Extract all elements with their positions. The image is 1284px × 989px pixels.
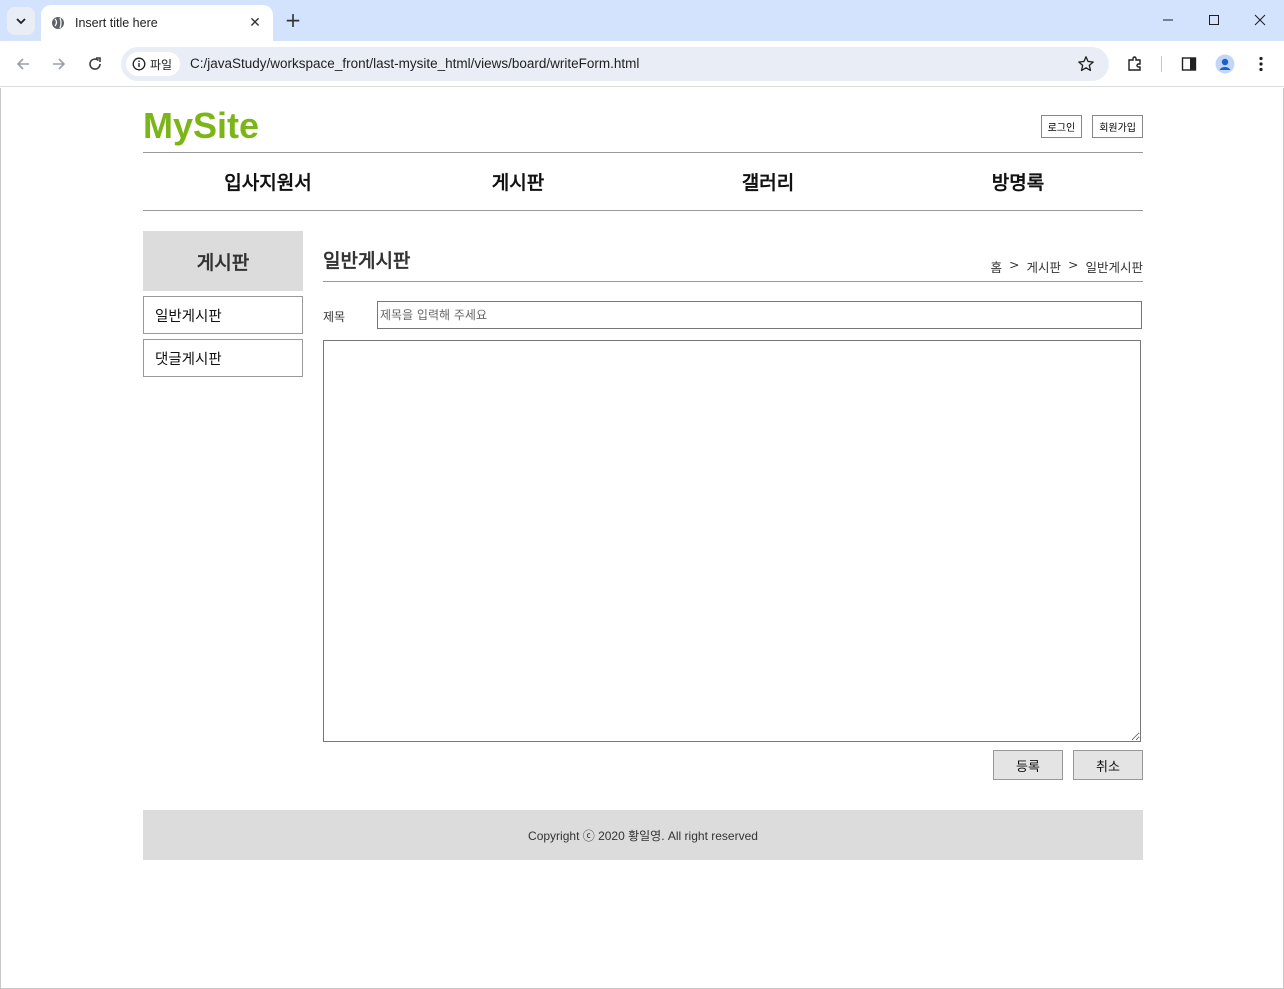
browser-toolbar: 파일 C:/javaStudy/workspace_front/last-mys… (0, 41, 1284, 87)
site-chip-label: 파일 (150, 57, 173, 72)
address-bar[interactable]: 파일 C:/javaStudy/workspace_front/last-mys… (121, 47, 1109, 81)
title-label: 제목 (323, 310, 346, 324)
reload-icon (89, 57, 101, 70)
sidebar-title: 게시판 (143, 231, 303, 291)
close-window-button[interactable] (1237, 0, 1283, 40)
star-icon[interactable] (1077, 55, 1095, 73)
breadcrumb: 홈 > 게시판 > 일반게시판 (990, 257, 1143, 276)
minimize-icon (1163, 19, 1173, 21)
kebab-menu-icon (1259, 56, 1263, 72)
form-actions: 등록 취소 (993, 750, 1143, 780)
page-title: 일반게시판 (323, 250, 411, 272)
nav-item-board[interactable]: 게시판 (393, 153, 643, 210)
nav-divider (143, 210, 1143, 211)
tab-search-button[interactable] (7, 7, 35, 35)
url-text[interactable]: C:/javaStudy/workspace_front/last-mysite… (190, 56, 639, 71)
arrow-left-icon (16, 58, 29, 70)
forward-button[interactable] (47, 52, 71, 76)
menu-button[interactable] (1250, 53, 1272, 75)
content-divider (323, 281, 1143, 282)
main-nav: 입사지원서 게시판 갤러리 방명록 (143, 153, 1143, 210)
maximize-icon (1209, 15, 1219, 25)
header-buttons: 로그인 회원가입 (1040, 115, 1143, 138)
side-panel-button[interactable] (1178, 53, 1200, 75)
browser-tab-strip: Insert title here ✕ + (0, 0, 1284, 41)
join-button[interactable]: 회원가입 (1092, 115, 1143, 138)
globe-icon (51, 16, 65, 30)
arrow-right-icon (53, 58, 66, 70)
back-button[interactable] (11, 52, 35, 76)
sidebar: 게시판 일반게시판 댓글게시판 (143, 231, 303, 377)
web-page: MySite 로그인 회원가입 입사지원서 게시판 갤러리 방명록 게시판 일반… (0, 88, 1284, 989)
maximize-button[interactable] (1191, 0, 1237, 40)
extensions-button[interactable] (1124, 53, 1146, 75)
site-info-chip[interactable]: 파일 (126, 52, 180, 76)
submit-button[interactable]: 등록 (993, 750, 1063, 780)
close-icon (1254, 14, 1266, 26)
content-textarea[interactable] (323, 340, 1141, 742)
reload-button[interactable] (83, 52, 107, 76)
browser-tab[interactable]: Insert title here ✕ (41, 5, 273, 41)
breadcrumb-current: 일반게시판 (1085, 260, 1143, 275)
sidebar-item-comment-board[interactable]: 댓글게시판 (143, 339, 303, 377)
puzzle-icon (1128, 56, 1141, 71)
tab-title: Insert title here (75, 16, 158, 30)
breadcrumb-separator: > (1009, 257, 1020, 272)
nav-item-resume[interactable]: 입사지원서 (143, 153, 393, 210)
side-panel-icon (1181, 57, 1197, 71)
minimize-button[interactable] (1145, 0, 1191, 40)
nav-item-guestbook[interactable]: 방명록 (893, 153, 1143, 210)
info-icon (132, 57, 146, 71)
new-tab-button[interactable]: + (283, 10, 303, 30)
login-button[interactable]: 로그인 (1040, 115, 1083, 138)
breadcrumb-separator: > (1068, 257, 1079, 272)
toolbar-divider (1161, 56, 1162, 72)
site-logo[interactable]: MySite (143, 105, 259, 147)
avatar-icon (1215, 54, 1235, 74)
footer: Copyright ⓒ 2020 황일영. All right reserved (143, 810, 1143, 860)
nav-item-gallery[interactable]: 갤러리 (643, 153, 893, 210)
chevron-down-icon (16, 18, 26, 25)
cancel-button[interactable]: 취소 (1073, 750, 1143, 780)
sidebar-item-general-board[interactable]: 일반게시판 (143, 296, 303, 334)
close-tab-icon[interactable]: ✕ (245, 13, 265, 33)
breadcrumb-board[interactable]: 게시판 (1026, 257, 1061, 276)
title-input[interactable] (377, 301, 1142, 329)
breadcrumb-home[interactable]: 홈 (990, 257, 1002, 276)
profile-button[interactable] (1214, 53, 1236, 75)
